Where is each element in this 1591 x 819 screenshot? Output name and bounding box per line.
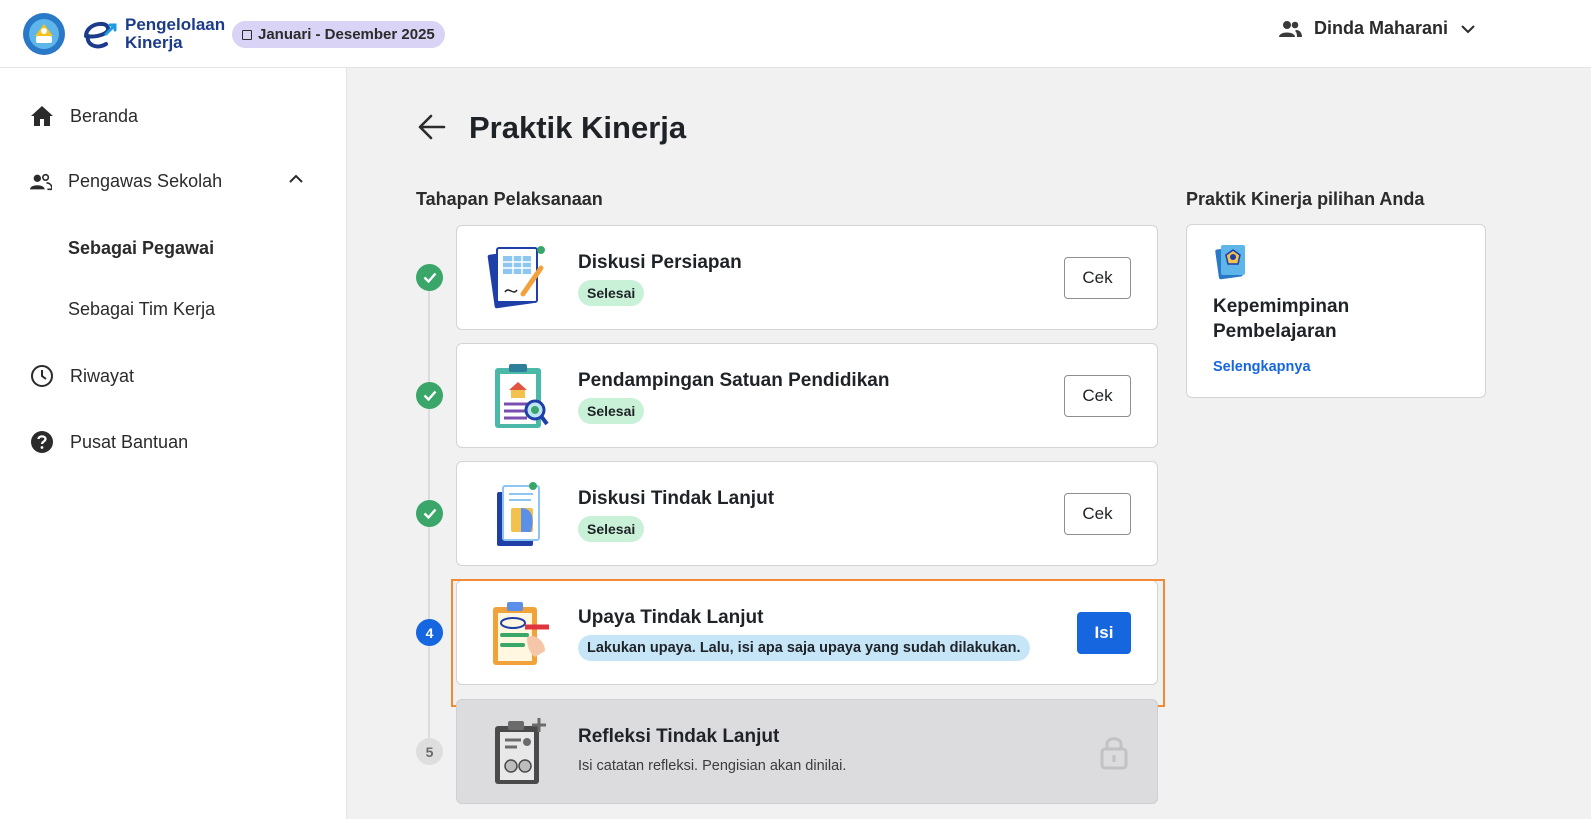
sidebar: Beranda Pengawas Sekolah Sebagai Pegawai… [0, 68, 347, 819]
brand-name: Pengelolaan Kinerja [125, 16, 225, 52]
discussion-document-illustration [497, 482, 540, 546]
step-card-diskusi-persiapan: Diskusi Persiapan Selesai Cek [456, 225, 1158, 330]
cek-button[interactable]: Cek [1064, 257, 1131, 299]
isi-button[interactable]: Isi [1077, 612, 1131, 654]
step-3-check-icon [416, 500, 443, 527]
sidebar-item-pusat-bantuan[interactable]: Pusat Bantuan [30, 430, 188, 454]
step-card-diskusi-tindak-lanjut: Diskusi Tindak Lanjut Selesai Cek [456, 461, 1158, 566]
chevron-down-icon [1461, 24, 1475, 33]
app-brand[interactable]: Pengelolaan Kinerja [80, 14, 225, 54]
instruction-badge: Lakukan upaya. Lalu, isi apa saja upaya … [578, 635, 1030, 661]
home-icon [31, 106, 53, 126]
brand-logo-icon [84, 21, 117, 49]
section-title: Tahapan Pelaksanaan [416, 189, 603, 209]
step-1-check-icon [416, 264, 443, 291]
step-card-pendampingan: Pendampingan Satuan Pendidikan Selesai C… [456, 343, 1158, 448]
reflection-clipboard-illustration [495, 718, 546, 784]
brand-line-2: Kinerja [125, 33, 183, 52]
sidebar-item-label: Pengawas Sekolah [68, 171, 223, 191]
user-name: Dinda Maharani [1314, 18, 1449, 38]
step-2-check-icon [416, 382, 443, 409]
document-signing-illustration [487, 246, 545, 309]
cek-button[interactable]: Cek [1064, 375, 1131, 417]
sidebar-item-beranda[interactable]: Beranda [30, 105, 138, 127]
user-group-icon [1279, 20, 1302, 37]
step-card-upaya-tindak-lanjut: Upaya Tindak Lanjut Lakukan upaya. Lalu,… [456, 580, 1158, 685]
back-arrow-icon[interactable] [417, 112, 447, 142]
sidebar-item-label: Riwayat [70, 365, 135, 386]
help-icon [31, 431, 53, 453]
main-content: Praktik Kinerja Tahapan Pelaksanaan 4 5 … [347, 68, 1591, 819]
clipboard-school-illustration [495, 364, 549, 428]
leadership-badge-icon [1215, 245, 1245, 280]
step-card-refleksi-tindak-lanjut: Refleksi Tindak Lanjut Isi catatan refle… [456, 699, 1158, 804]
sidebar-item-riwayat[interactable]: Riwayat [30, 364, 134, 388]
status-badge: Selesai [578, 398, 645, 424]
clipboard-writing-illustration [493, 602, 549, 665]
step-title: Pendampingan Satuan Pendidikan [578, 370, 890, 391]
brand-line-1: Pengelolaan [125, 15, 226, 34]
page-title: Praktik Kinerja [469, 110, 687, 145]
people-icon [30, 173, 52, 190]
step-description: Isi catatan refleksi. Pengisian akan din… [578, 758, 847, 774]
chevron-up-icon[interactable] [288, 174, 304, 184]
step-title: Upaya Tindak Lanjut [578, 607, 764, 628]
calendar-icon [242, 29, 252, 40]
user-menu[interactable]: Dinda Maharani [1278, 18, 1476, 39]
selected-practice-card: Kepemimpinan Pembelajaran Selengkapnya [1186, 224, 1486, 398]
step-4-number: 4 [416, 619, 443, 646]
status-badge: Selesai [578, 280, 645, 306]
side-section-title: Praktik Kinerja pilihan Anda [1186, 189, 1425, 209]
sidebar-subitem-sebagai-pegawai[interactable]: Sebagai Pegawai [68, 238, 214, 259]
status-badge: Selesai [578, 516, 645, 542]
step-title: Diskusi Persiapan [578, 252, 742, 273]
sidebar-item-label: Beranda [70, 105, 139, 126]
tut-wuri-handayani-logo [23, 13, 65, 55]
top-header: Pengelolaan Kinerja Januari - Desember 2… [0, 0, 1591, 68]
sidebar-subitem-sebagai-tim-kerja[interactable]: Sebagai Tim Kerja [68, 299, 215, 320]
lock-icon [1100, 737, 1128, 770]
sidebar-item-pengawas-sekolah[interactable]: Pengawas Sekolah [30, 171, 222, 192]
step-title: Diskusi Tindak Lanjut [578, 488, 775, 509]
sidebar-item-label: Pusat Bantuan [70, 431, 189, 452]
selengkapnya-link[interactable]: Selengkapnya [1213, 359, 1311, 375]
period-label: Januari - Desember 2025 [258, 26, 435, 43]
period-chip[interactable]: Januari - Desember 2025 [232, 21, 445, 48]
practice-title: Kepemimpinan Pembelajaran [1213, 296, 1350, 342]
clock-icon [31, 365, 53, 387]
step-5-number: 5 [416, 738, 443, 765]
step-title: Refleksi Tindak Lanjut [578, 726, 780, 747]
cek-button[interactable]: Cek [1064, 493, 1131, 535]
